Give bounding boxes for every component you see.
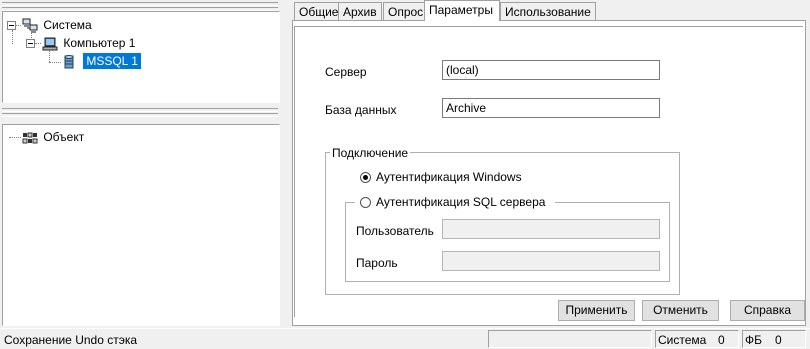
vertical-splitter[interactable] xyxy=(280,0,288,326)
user-label: Пользователь xyxy=(356,224,434,238)
tree-label: Система xyxy=(43,18,92,32)
user-input[interactable] xyxy=(442,219,660,239)
tree-collapse-toggle[interactable] xyxy=(7,21,16,30)
object-grid-icon xyxy=(22,130,38,146)
password-label: Пароль xyxy=(356,256,398,270)
object-tree[interactable]: Объект xyxy=(2,124,280,326)
tree-item-object[interactable]: Объект xyxy=(22,128,84,146)
tab-archive[interactable]: Архив xyxy=(338,2,382,20)
database-icon xyxy=(61,54,77,70)
database-input[interactable]: Archive xyxy=(442,98,660,118)
status-system-cell: Система 0 xyxy=(655,330,739,348)
sql-auth-radio[interactable] xyxy=(360,197,371,208)
tree-label-selected: MSSQL 1 xyxy=(83,53,141,69)
tree-label: Объект xyxy=(43,130,85,144)
tab-polling[interactable]: Опрос xyxy=(383,2,429,20)
server-input[interactable]: (local) xyxy=(442,60,660,80)
tree-item-computer-1[interactable]: Компьютер 1 xyxy=(42,34,135,52)
tab-parameters[interactable]: Параметры xyxy=(424,0,500,21)
tree-label: Компьютер 1 xyxy=(63,36,136,50)
windows-auth-radio[interactable] xyxy=(360,172,371,183)
server-label: Сервер xyxy=(325,65,367,79)
sql-auth-label[interactable]: Аутентификация SQL сервера xyxy=(376,195,545,209)
status-blank-cell xyxy=(488,330,652,348)
help-button[interactable]: Справка xyxy=(730,300,805,321)
status-system-value: 0 xyxy=(718,333,725,347)
password-input[interactable] xyxy=(442,251,660,271)
computer-icon xyxy=(42,36,58,52)
tab-general[interactable]: Общие xyxy=(294,2,344,20)
left-top-grip[interactable] xyxy=(2,2,278,11)
status-bar: Сохранение Undo стэка Система 0 ФБ 0 xyxy=(0,328,810,349)
tree-item-mssql-1[interactable]: MSSQL 1 xyxy=(61,52,141,70)
status-fb-cell: ФБ 0 xyxy=(742,330,806,348)
tab-usage[interactable]: Использование xyxy=(500,2,596,20)
status-system-label: Система xyxy=(658,333,707,347)
database-label: База данных xyxy=(325,103,397,117)
tree-collapse-toggle[interactable] xyxy=(26,39,35,48)
connection-group-title: Подключение xyxy=(330,146,411,160)
tree-item-system[interactable]: Система xyxy=(22,16,92,34)
network-computers-icon xyxy=(22,18,38,34)
status-fb-label: ФБ xyxy=(745,333,762,347)
cancel-button[interactable]: Отменить xyxy=(642,300,719,321)
system-tree[interactable]: Система Компьютер 1 MSSQL 1 xyxy=(2,11,280,103)
status-message: Сохранение Undo стэка xyxy=(4,333,138,347)
windows-auth-label[interactable]: Аутентификация Windows xyxy=(376,170,522,184)
apply-button[interactable]: Применить xyxy=(558,300,635,321)
status-fb-value: 0 xyxy=(775,333,782,347)
tab-strip: Общие Архив Опрос Параметры Использовани… xyxy=(290,0,810,21)
parameters-panel: Сервер (local) База данных Archive Подкл… xyxy=(292,20,806,326)
left-bottom-grip[interactable] xyxy=(2,108,278,117)
